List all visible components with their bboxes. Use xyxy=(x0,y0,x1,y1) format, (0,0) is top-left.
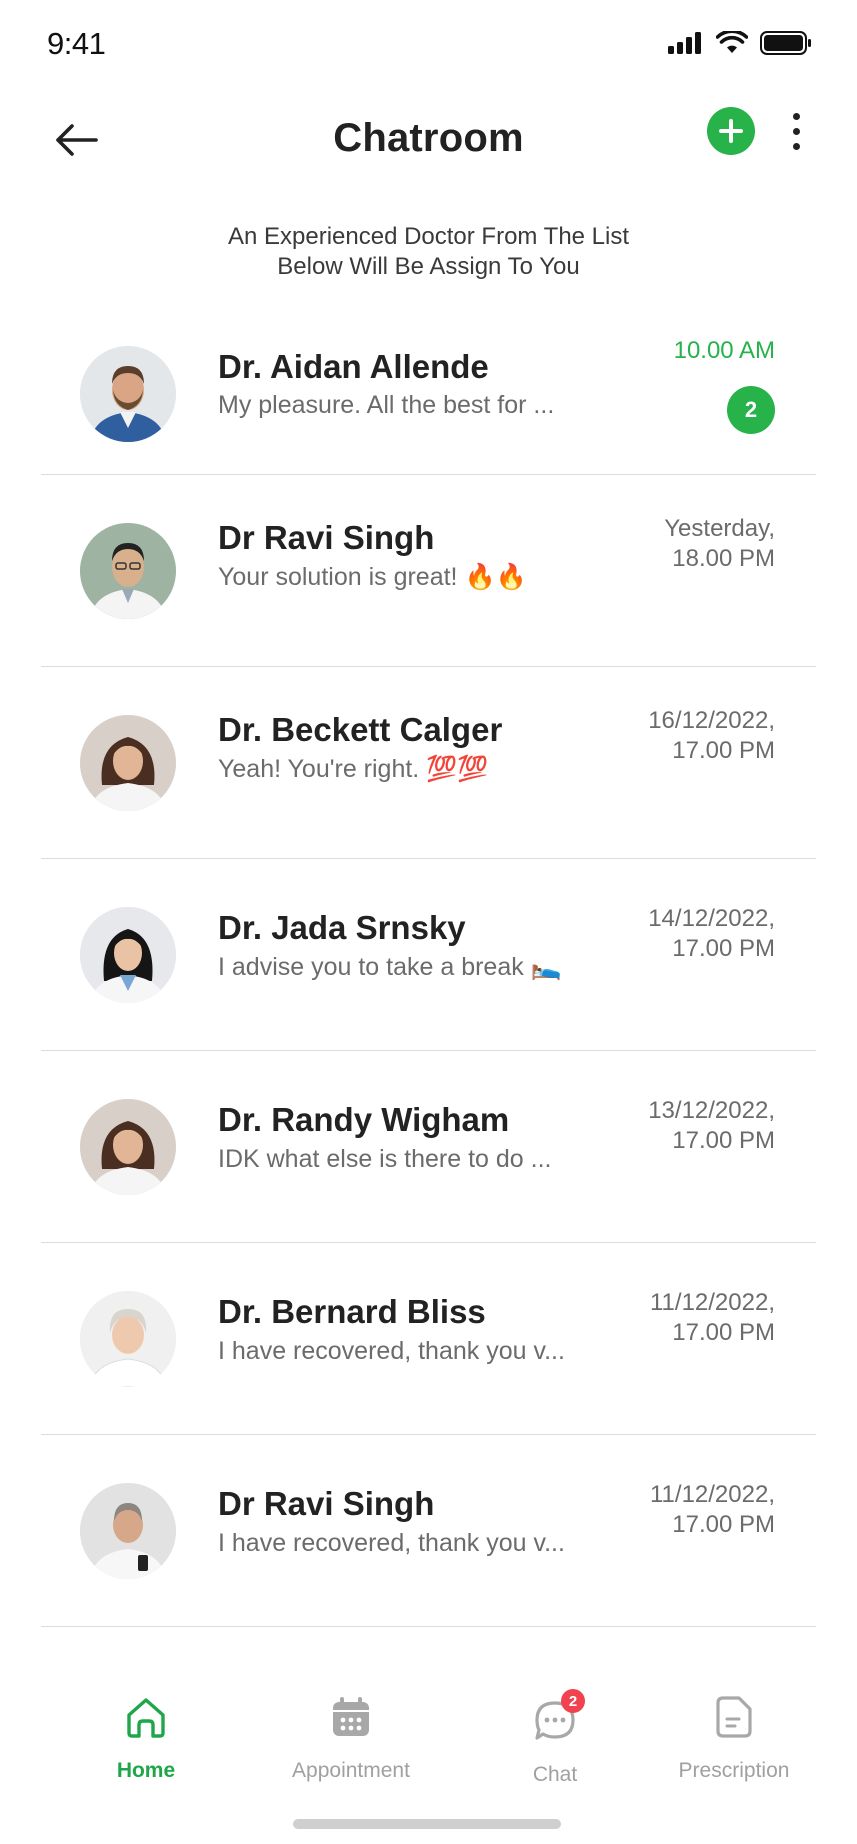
last-message: My pleasure. All the best for ... xyxy=(218,391,555,419)
home-icon xyxy=(122,1693,170,1741)
avatar xyxy=(80,907,176,1003)
wifi-icon xyxy=(716,31,748,53)
status-bar: 9:41 xyxy=(0,0,857,90)
avatar xyxy=(80,1483,176,1579)
chat-bubble-icon: 2 xyxy=(531,1689,585,1745)
doctor-name: Dr. Beckett Calger xyxy=(218,711,503,748)
message-time: 14/12/2022, 17.00 PM xyxy=(648,905,775,962)
last-message: Your solution is great! 🔥🔥 xyxy=(218,563,527,591)
last-message: I have recovered, thank you v... xyxy=(218,1337,565,1365)
message-time: 16/12/2022, 17.00 PM xyxy=(648,707,775,764)
chat-list-item[interactable]: Dr. Jada Srnsky I advise you to take a b… xyxy=(41,859,816,1051)
last-message: IDK what else is there to do ... xyxy=(218,1145,552,1173)
last-message: I have recovered, thank you v... xyxy=(218,1529,565,1557)
doctor-name: Dr Ravi Singh xyxy=(218,1485,435,1522)
chat-list-item[interactable]: Dr Ravi Singh Your solution is great! 🔥🔥… xyxy=(41,475,816,667)
bottom-nav: Home Appointment 2 Chat Prescription xyxy=(0,1625,857,1787)
chat-notification-badge: 2 xyxy=(561,1689,585,1713)
more-options-button[interactable] xyxy=(781,104,811,158)
doctor-name: Dr. Jada Srnsky xyxy=(218,909,466,946)
more-vertical-icon xyxy=(792,112,800,120)
intro-text: An Experienced Doctor From The List Belo… xyxy=(150,222,707,282)
message-time: 11/12/2022, 17.00 PM xyxy=(649,1289,775,1346)
intro-line-1: An Experienced Doctor From The List xyxy=(227,223,630,250)
chat-list-item[interactable]: Dr. Beckett Calger Yeah! You're right. 💯… xyxy=(41,667,816,859)
last-message: I advise you to take a break 🛌 xyxy=(218,953,562,981)
chat-list-item[interactable]: Dr. Aidan Allende My pleasure. All the b… xyxy=(41,336,816,475)
document-icon xyxy=(710,1693,758,1741)
signal-icon xyxy=(668,32,701,54)
nav-prescription-label: Prescription xyxy=(678,1759,790,1782)
nav-prescription[interactable]: Prescription xyxy=(654,1693,814,1783)
nav-home[interactable]: Home xyxy=(66,1693,226,1783)
chat-list-item[interactable]: Dr. Bernard Bliss I have recovered, than… xyxy=(41,1243,816,1435)
avatar xyxy=(80,346,176,442)
new-chat-button[interactable] xyxy=(707,107,755,155)
nav-appointment-label: Appointment xyxy=(292,1759,410,1782)
message-time: 13/12/2022, 17.00 PM xyxy=(648,1097,775,1154)
chat-list-item[interactable]: Dr Ravi Singh I have recovered, thank yo… xyxy=(41,1435,816,1627)
doctor-name: Dr. Randy Wigham xyxy=(218,1101,510,1138)
avatar xyxy=(80,1291,176,1387)
message-time: Yesterday, 18.00 PM xyxy=(664,515,775,572)
doctor-name: Dr. Bernard Bliss xyxy=(218,1293,486,1330)
avatar xyxy=(80,1099,176,1195)
nav-chat[interactable]: 2 Chat xyxy=(475,1689,635,1787)
avatar xyxy=(80,715,176,811)
unread-badge: 2 xyxy=(727,386,775,434)
plus-icon xyxy=(719,119,743,143)
chat-list-item[interactable]: Dr. Randy Wigham IDK what else is there … xyxy=(41,1051,816,1243)
home-indicator xyxy=(293,1819,561,1829)
nav-appointment[interactable]: Appointment xyxy=(271,1693,431,1783)
message-time: 11/12/2022, 17.00 PM xyxy=(649,1481,775,1538)
last-message: Yeah! You're right. 💯💯 xyxy=(218,755,489,783)
status-time: 9:41 xyxy=(47,26,106,61)
nav-chat-label: Chat xyxy=(532,1763,578,1786)
doctor-name: Dr. Aidan Allende xyxy=(218,348,489,385)
calendar-icon xyxy=(327,1693,375,1741)
doctor-name: Dr Ravi Singh xyxy=(218,519,435,556)
chat-list: Dr. Aidan Allende My pleasure. All the b… xyxy=(41,336,816,1627)
nav-home-label: Home xyxy=(116,1759,176,1782)
status-icons xyxy=(668,30,812,56)
intro-line-2: Below Will Be Assign To You xyxy=(277,253,580,280)
avatar xyxy=(80,523,176,619)
message-time: 10.00 AM xyxy=(673,337,775,364)
app-header: Chatroom xyxy=(0,96,857,186)
battery-icon xyxy=(760,31,811,55)
